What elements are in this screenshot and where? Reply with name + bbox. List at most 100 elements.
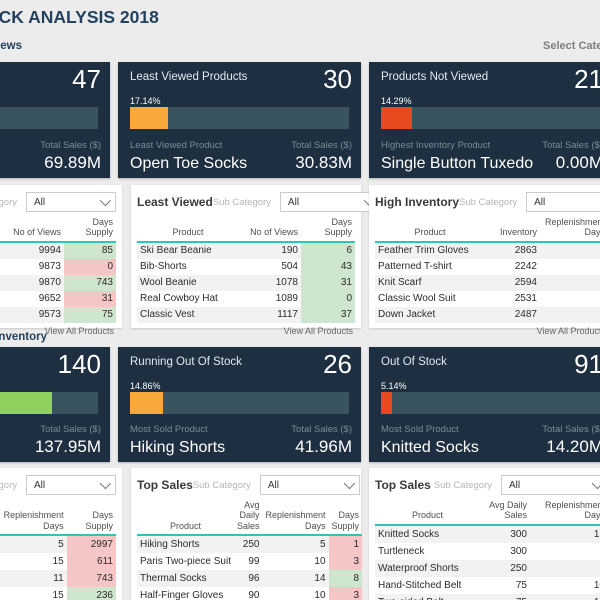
table-row[interactable]: Paris Two-piece Suit 99 10 3 [137,553,363,571]
data-table: ProductAvg Daily SalesReplenishment Days… [0,499,116,600]
table-row[interactable]: 9652 31 [0,290,116,307]
kpi-card-out-of-stock: Out Of Stock 91 5.14% Most Sold Product … [369,347,600,462]
table-row[interactable]: 9573 75 [0,306,116,323]
table-row[interactable]: 315236 [0,587,116,600]
total-sales-value: 0.00M [555,153,600,172]
dropdown-value: All [287,196,300,208]
chevron-down-icon [591,477,600,490]
dropdown-value: All [509,479,521,491]
kpi-footer-label: Highest Inventory Product [381,140,491,151]
col-header: Inventory [485,216,540,243]
total-sales-value: 137.95M [34,437,101,456]
table-card-most-viewed: Sub Category All ProductNo of ViewsDays … [0,185,122,336]
progress-bar [0,107,98,129]
kpi-title: Products Not Viewed [381,71,489,83]
view-all-products-link[interactable]: View All Products [375,326,600,336]
col-header: No of Views [239,216,301,243]
chevron-down-icon [99,477,112,490]
total-sales-label: Total Sales ($) [40,140,101,151]
view-all-products-link[interactable]: View All Products [0,326,116,336]
chevron-down-icon [343,477,355,490]
table-row[interactable]: 211743 [0,570,116,588]
kpi-title: Running Out Of Stock [130,356,242,368]
table-row[interactable]: Bib-Shorts 504 43 [137,258,355,275]
kpi-card-most-viewed: 47 Total Sales ($) 69.89M [0,62,110,178]
kpi-percent: 14.86% [130,381,161,391]
chevron-down-icon [99,194,112,207]
table-row[interactable]: 152997 [0,535,116,554]
dropdown-value: All [534,196,546,208]
kpi-percent: 17.14% [130,96,161,106]
total-sales-value: 69.89M [44,153,101,172]
subcategory-dropdown[interactable]: All [526,192,600,212]
total-sales-label: Total Sales ($) [291,140,352,151]
filter-label: Sub Category [459,196,518,208]
table-row[interactable]: Two-sided Belt7510 [375,593,600,600]
subcategory-dropdown[interactable]: All [279,192,380,212]
table-row[interactable]: Feather Trim Gloves 2863 [375,241,600,259]
kpi-value: 26 [323,349,352,379]
subcategory-dropdown[interactable]: All [501,475,600,495]
col-header: Replenishment Days [530,499,600,526]
data-table: ProductNo of ViewsDays Supply 999485 987… [0,216,116,323]
progress-fill [381,107,413,129]
table-card-top-sales-left: Sub Category All ProductAvg Daily SalesR… [0,468,122,600]
data-table: ProductAvg Daily SalesReplenishment Days… [375,499,600,600]
table-title: Top Sales [375,478,431,492]
filter-label: Sub Category [0,196,17,208]
table-row[interactable]: 9994 85 [0,241,116,259]
kpi-card-least-viewed-products: Least Viewed Products 30 17.14% Least Vi… [118,62,361,178]
kpi-value: 47 [72,64,101,94]
table-row[interactable]: Classic Wool Suit 2531 [375,291,600,307]
table-row[interactable]: Thermal Socks 96 14 8 [137,570,363,588]
col-header: Days Supply [64,216,116,243]
kpi-card-running-out-of-stock: Running Out Of Stock 26 14.86% Most Sold… [118,347,361,462]
table-row[interactable]: Turtleneck3005 [375,543,600,560]
filter-label: Sub Category [433,479,492,491]
table-row[interactable]: Down Jacket 2487 [375,306,600,323]
kpi-card-products-not-viewed: Products Not Viewed 21 14.29% Highest In… [369,62,600,178]
table-row[interactable]: 9873 0 [0,258,116,275]
view-all-products-link[interactable]: View All Products [137,326,355,336]
total-sales-label: Total Sales ($) [542,140,600,151]
table-row[interactable]: Knit Scarf 2594 [375,274,600,291]
table-row[interactable]: Wool Beanie 1078 31 [137,274,355,291]
table-row[interactable]: Patterned T-shirt 2242 [375,259,600,275]
page-title: STOCK ANALYSIS 2018 [0,7,159,27]
table-title: Least Viewed [137,195,213,209]
kpi-percent: 5.14% [381,381,407,391]
table-row[interactable]: Hand-Stitched Belt7510 [375,577,600,594]
progress-bar [381,107,600,129]
table-row[interactable]: Ski Bear Beanie 190 6 [137,241,355,259]
dropdown-value: All [267,479,280,491]
progress-fill [130,392,163,414]
kpi-card-in-stock: 140 Total Sales ($) 137.95M [0,347,110,462]
table-row[interactable]: Half-Finger Gloves 90 10 3 [137,587,363,600]
table-row[interactable]: 9870 743 [0,274,116,291]
table-row[interactable]: Classic Vest 1117 37 [137,306,355,323]
col-header: Avg Daily Sales [233,499,263,537]
table-row[interactable]: Knitted Socks30015 [375,524,600,543]
table-card-top-sales-middle: Top Sales Sub Category All Product Avg Da… [131,468,363,600]
col-header: Product [137,216,239,243]
table-row[interactable]: Real Cowboy Hat 1089 0 [137,290,355,307]
kpi-percent: 14.29% [381,96,412,106]
kpi-value: 140 [57,349,101,379]
kpi-footer-value: Single Button Tuxedo [381,155,534,172]
subcategory-dropdown[interactable]: All [26,192,116,212]
dropdown-value: All [34,196,46,208]
progress-bar [130,392,349,414]
col-header: Product [375,499,480,526]
table-title: High Inventory [375,195,460,209]
select-category-label: Select Category [543,40,600,52]
table-row[interactable]: 215611 [0,553,116,571]
table-card-high-inventory: High Inventory Sub Category All Product I… [369,185,600,336]
filter-label: Sub Category [0,479,17,491]
table-row[interactable]: Waterproof Shorts2505 [375,559,600,577]
data-table: ProductInventoryReplenishment Days Feath… [375,216,600,323]
table-row[interactable]: Hiking Shorts 250 5 1 [137,535,363,554]
col-header: Days Supply [301,216,355,243]
table-card-least-viewed: Least Viewed Sub Category All Product No … [131,185,380,336]
subcategory-dropdown[interactable]: All [26,475,116,495]
subcategory-dropdown[interactable]: All [259,475,360,495]
